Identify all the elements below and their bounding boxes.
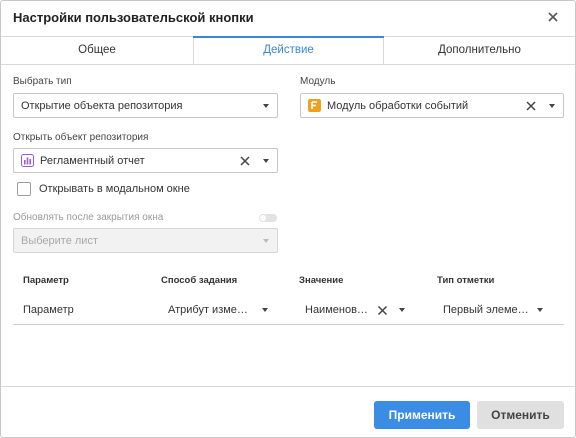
clear-icon[interactable]	[525, 100, 537, 112]
tab-bar: Общее Действие Дополнительно	[1, 36, 575, 65]
sheet-select: Выберите лист	[13, 228, 278, 253]
cancel-button[interactable]: Отменить	[477, 401, 564, 429]
dialog-footer: Применить Отменить	[1, 386, 575, 437]
cell-value[interactable]: Наименов…	[305, 304, 368, 316]
cell-method[interactable]: Атрибут изме…	[168, 304, 248, 316]
dialog-title: Настройки пользовательской кнопки	[13, 10, 254, 25]
modal-window-label: Открывать в модальном окне	[39, 183, 190, 195]
close-icon[interactable]	[545, 9, 561, 25]
column-header-value: Значение	[299, 275, 344, 286]
chevron-down-icon[interactable]	[399, 308, 405, 312]
clear-icon[interactable]	[239, 155, 251, 167]
column-header-parameter: Параметр	[23, 275, 69, 286]
sheet-placeholder: Выберите лист	[21, 235, 98, 247]
repo-object-value: Регламентный отчет	[40, 155, 145, 167]
column-header-mark-type: Тип отметки	[437, 275, 495, 286]
chevron-down-icon[interactable]	[537, 308, 543, 312]
chevron-down-icon	[263, 104, 269, 108]
table-row: Параметр Атрибут изме… Наименов… Первый …	[13, 296, 564, 325]
apply-button[interactable]: Применить	[374, 401, 470, 429]
cell-parameter: Параметр	[23, 304, 74, 316]
tab-action[interactable]: Действие	[193, 36, 384, 65]
module-icon	[308, 99, 321, 112]
clear-icon[interactable]	[377, 305, 388, 316]
type-value: Открытие объекта репозитория	[21, 100, 183, 112]
cell-mark-type[interactable]: Первый элеме…	[443, 304, 529, 316]
repo-object-select[interactable]: Регламентный отчет	[13, 148, 278, 173]
type-label: Выбрать тип	[13, 76, 72, 87]
chevron-down-icon	[549, 104, 555, 108]
module-value: Модуль обработки событий	[327, 100, 469, 112]
chevron-down-icon[interactable]	[262, 308, 268, 312]
modal-window-checkbox[interactable]	[17, 182, 31, 196]
module-label: Модуль	[300, 76, 336, 87]
column-header-method: Способ задания	[161, 275, 238, 286]
report-icon	[21, 154, 34, 167]
tab-additional[interactable]: Дополнительно	[384, 37, 575, 65]
type-select[interactable]: Открытие объекта репозитория	[13, 93, 278, 118]
dialog: Настройки пользовательской кнопки Общее …	[0, 0, 576, 438]
refresh-toggle[interactable]	[259, 214, 277, 222]
dialog-titlebar: Настройки пользовательской кнопки	[1, 1, 575, 35]
refresh-label: Обновлять после закрытия окна	[13, 212, 164, 223]
module-select[interactable]: Модуль обработки событий	[300, 93, 564, 118]
chevron-down-icon	[263, 159, 269, 163]
chevron-down-icon	[263, 239, 269, 243]
tab-general[interactable]: Общее	[1, 37, 193, 65]
repo-object-label: Открыть объект репозитория	[13, 132, 149, 143]
